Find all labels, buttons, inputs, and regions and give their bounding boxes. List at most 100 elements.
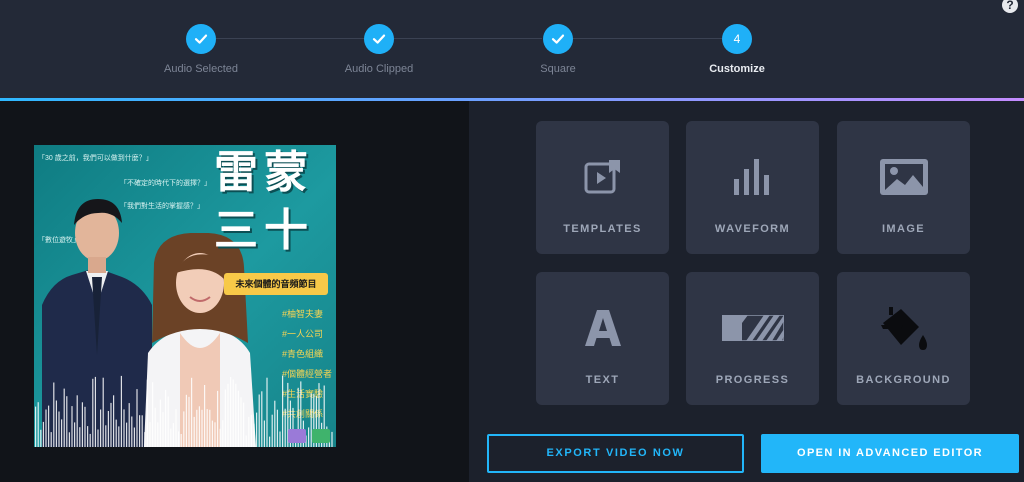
waveform-bar — [139, 415, 141, 447]
waveform-bar — [211, 420, 213, 447]
step-customize[interactable]: 4 Customize — [667, 24, 807, 75]
waveform-bar — [282, 375, 284, 447]
waveform-bar — [232, 379, 234, 447]
waveform-bar — [167, 396, 169, 447]
waveform-bar — [154, 407, 156, 447]
waveform-bar — [271, 414, 273, 447]
option-waveform[interactable]: WAVEFORM — [686, 121, 819, 254]
waveform-bar — [146, 379, 148, 447]
waveform-bar — [120, 375, 122, 447]
waveform-bar — [188, 396, 190, 447]
waveform-icon — [731, 153, 775, 201]
waveform-bar — [219, 428, 221, 447]
option-label: PROGRESS — [715, 374, 790, 386]
waveform-bar — [157, 422, 159, 447]
waveform-bar — [178, 431, 180, 447]
waveform-bar — [50, 432, 52, 447]
option-text[interactable]: TEXT — [536, 272, 669, 405]
option-label: TEXT — [585, 374, 620, 386]
waveform-bar — [74, 422, 76, 447]
waveform-bar — [123, 409, 125, 447]
step-label: Audio Clipped — [344, 63, 414, 75]
waveform-bar — [222, 420, 224, 447]
waveform-bar — [79, 427, 81, 447]
waveform-bar — [261, 391, 263, 447]
paint-bucket-icon — [879, 304, 929, 352]
waveform-bar — [237, 390, 239, 447]
waveform-bar — [269, 436, 271, 447]
waveform-bar — [136, 389, 138, 447]
help-icon[interactable]: ? — [1002, 0, 1018, 13]
check-icon — [543, 24, 573, 54]
waveform-bar — [126, 422, 128, 447]
waveform-bar — [89, 433, 91, 447]
waveform-bar — [152, 382, 154, 447]
image-icon — [879, 153, 929, 201]
waveform-bar — [110, 402, 112, 447]
waveform-bar — [55, 400, 57, 447]
progress-icon — [721, 304, 784, 352]
waveform-bar — [45, 409, 47, 447]
step-square[interactable]: Square — [488, 24, 628, 75]
waveform-bar — [250, 414, 252, 447]
waveform-bar — [118, 426, 120, 447]
waveform-bar — [87, 426, 89, 447]
waveform-bar — [204, 385, 206, 447]
waveform-bar — [66, 396, 68, 447]
waveform-bar — [48, 405, 50, 447]
waveform-bar — [113, 395, 115, 447]
waveform-bar — [105, 425, 107, 447]
waveform-bar — [191, 377, 193, 447]
step-audio-selected[interactable]: Audio Selected — [131, 24, 271, 75]
waveform-bar — [266, 377, 268, 447]
step-audio-clipped[interactable]: Audio Clipped — [309, 24, 449, 75]
waveform-bar — [209, 409, 211, 447]
option-progress[interactable]: PROGRESS — [686, 272, 819, 405]
waveform-bar — [201, 409, 203, 447]
option-background[interactable]: BACKGROUND — [837, 272, 970, 405]
waveform-bar — [193, 416, 195, 447]
step-label: Customize — [709, 63, 765, 75]
waveform-bar — [331, 431, 333, 447]
cover-hashtag: #一人公司 — [282, 329, 324, 339]
waveform-bar — [258, 394, 260, 447]
podcast-cover-preview[interactable]: 「30 歲之前，我們可以做到什麼？」 「不確定的時代下的選擇？」 「我們對生活的… — [34, 145, 336, 447]
cover-title-line1: 雷蒙 — [214, 148, 314, 197]
cover-tagline: 未來個體的音頻節目 — [224, 273, 328, 295]
waveform-bar — [144, 432, 146, 447]
cover-hashtag: #柚智夫妻 — [282, 309, 324, 319]
step-number: 4 — [722, 24, 752, 54]
waveform-bar — [76, 395, 78, 447]
waveform-bar — [243, 402, 245, 447]
waveform-bar — [245, 435, 247, 447]
waveform-bar — [61, 419, 63, 447]
waveform-bar — [284, 408, 286, 447]
waveform-bar — [35, 406, 37, 447]
step-label: Audio Selected — [164, 63, 238, 75]
podcast-app-icon — [288, 429, 306, 443]
waveform-bar — [162, 412, 164, 447]
option-image[interactable]: IMAGE — [837, 121, 970, 254]
waveform-bar — [230, 377, 232, 447]
option-label: TEMPLATES — [563, 223, 642, 235]
export-video-button[interactable]: EXPORT VIDEO NOW — [487, 434, 744, 473]
waveform-bar — [183, 411, 185, 447]
waveform-bar — [240, 397, 242, 447]
open-advanced-editor-button[interactable]: OPEN IN ADVANCED EDITOR — [761, 434, 1019, 473]
waveform-bar — [128, 403, 130, 447]
text-icon — [583, 304, 623, 352]
waveform-bar — [58, 411, 60, 447]
option-label: BACKGROUND — [856, 374, 951, 386]
waveform-bar — [274, 400, 276, 447]
waveform-bar — [263, 420, 265, 447]
waveform-bar — [224, 389, 226, 447]
check-icon — [186, 24, 216, 54]
waveform-bar — [196, 409, 198, 447]
waveform-bar — [115, 419, 117, 447]
waveform-bar — [97, 429, 99, 447]
option-templates[interactable]: TEMPLATES — [536, 121, 669, 254]
check-icon — [364, 24, 394, 54]
waveform-bar — [37, 402, 39, 447]
waveform-bar — [102, 377, 104, 447]
waveform-bar — [53, 382, 55, 447]
